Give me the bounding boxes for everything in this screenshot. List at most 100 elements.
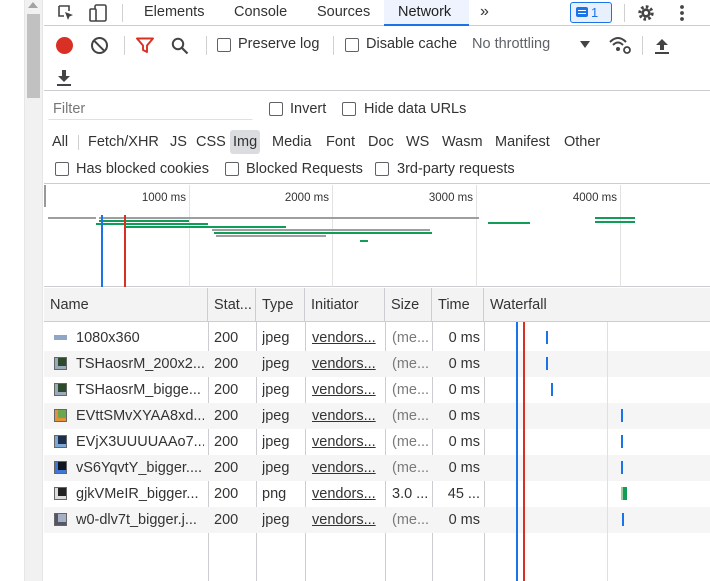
column-header-waterfall[interactable]: Waterfall bbox=[484, 288, 710, 322]
cell-type: jpeg bbox=[262, 512, 290, 528]
overview-range-handle[interactable] bbox=[44, 185, 46, 207]
cell-name[interactable]: gjkVMeIR_bigger... bbox=[76, 481, 204, 507]
message-icon bbox=[576, 7, 588, 17]
type-filter-font[interactable]: Font bbox=[326, 130, 355, 154]
import-har-upload-icon[interactable] bbox=[654, 36, 670, 54]
table-row[interactable]: TSHaosrM_200x2... 200 jpeg vendors... (me...… bbox=[44, 351, 710, 377]
column-header-status[interactable]: Stat... bbox=[208, 288, 256, 322]
cell-name[interactable]: w0-dlv7t_bigger.j... bbox=[76, 507, 204, 533]
column-header-initiator[interactable]: Initiator bbox=[305, 288, 385, 322]
has-blocked-cookies-checkbox[interactable] bbox=[55, 162, 69, 176]
table-row[interactable]: TSHaosrM_bigge... 200 jpeg vendors... (me...… bbox=[44, 377, 710, 403]
table-row[interactable]: w0-dlv7t_bigger.j... 200 jpeg vendors... (me… bbox=[44, 507, 710, 533]
invert-checkbox[interactable] bbox=[269, 102, 283, 116]
issues-badge[interactable]: 1 bbox=[570, 2, 612, 23]
clear-button[interactable] bbox=[91, 37, 108, 54]
table-row[interactable]: EVjX3UUUUAAo7... 200 jpeg vendors... (me... 0… bbox=[44, 429, 710, 455]
waterfall-dom-content-loaded-marker bbox=[516, 322, 518, 581]
tab-elements[interactable]: Elements bbox=[144, 0, 210, 26]
network-overview-timeline[interactable]: 1000 ms 2000 ms 3000 ms 4000 ms bbox=[44, 185, 710, 287]
device-toolbar-icon[interactable] bbox=[88, 3, 108, 23]
cell-initiator[interactable]: vendors... bbox=[312, 455, 382, 481]
column-header-name[interactable]: Name bbox=[44, 288, 208, 322]
cell-time: 0 ms bbox=[448, 512, 480, 528]
overview-gridline bbox=[620, 185, 621, 287]
type-filter-js[interactable]: JS bbox=[170, 130, 187, 154]
image-file-icon bbox=[54, 513, 67, 526]
cell-status: 200 bbox=[214, 330, 239, 346]
toolbar-separator bbox=[206, 36, 207, 55]
settings-gear-icon[interactable] bbox=[636, 3, 656, 23]
type-filter-css[interactable]: CSS bbox=[196, 130, 226, 154]
overview-gridline bbox=[476, 185, 477, 287]
column-header-type[interactable]: Type bbox=[256, 288, 305, 322]
more-tabs-icon[interactable]: » bbox=[480, 0, 496, 26]
table-row[interactable]: 1080x360 200 jpeg vendors... (me... 0 ms bbox=[44, 325, 710, 351]
preserve-log-checkbox[interactable] bbox=[217, 38, 231, 52]
cell-type: jpeg bbox=[262, 408, 290, 424]
inspect-element-icon[interactable] bbox=[56, 3, 76, 23]
cell-initiator[interactable]: vendors... bbox=[312, 481, 382, 507]
overview-tick-label: 2000 ms bbox=[284, 192, 329, 204]
search-icon[interactable] bbox=[171, 37, 189, 55]
cell-name[interactable]: 1080x360 bbox=[76, 325, 204, 351]
type-filter-ws[interactable]: WS bbox=[406, 130, 429, 154]
cell-initiator[interactable]: vendors... bbox=[312, 507, 382, 533]
export-har-download-icon[interactable] bbox=[56, 68, 72, 86]
type-filter-wasm[interactable]: Wasm bbox=[442, 130, 483, 154]
tab-console[interactable]: Console bbox=[234, 0, 294, 26]
type-filter-media[interactable]: Media bbox=[272, 130, 312, 154]
tab-sources[interactable]: Sources bbox=[317, 0, 377, 26]
cell-initiator[interactable]: vendors... bbox=[312, 325, 382, 351]
overview-request-bar bbox=[99, 217, 479, 219]
cell-name[interactable]: EVttSMvXYAA8xd... bbox=[76, 403, 204, 429]
invert-label: Invert bbox=[290, 101, 327, 117]
third-party-requests-checkbox[interactable] bbox=[375, 162, 389, 176]
network-conditions-icon[interactable] bbox=[608, 35, 632, 55]
more-options-icon[interactable] bbox=[672, 3, 692, 23]
toolbar-separator bbox=[333, 36, 334, 55]
scroll-up-arrow-icon[interactable] bbox=[28, 2, 38, 8]
waterfall-bar bbox=[546, 357, 548, 370]
cell-time: 0 ms bbox=[448, 382, 480, 398]
table-row[interactable]: vS6YqvtY_bigger.... 200 jpeg vendors... (me.… bbox=[44, 455, 710, 481]
column-header-size[interactable]: Size bbox=[385, 288, 432, 322]
image-file-icon bbox=[54, 435, 67, 448]
cell-initiator[interactable]: vendors... bbox=[312, 403, 382, 429]
cell-time: 45 ... bbox=[447, 486, 480, 502]
disable-cache-checkbox[interactable] bbox=[345, 38, 359, 52]
cell-initiator[interactable]: vendors... bbox=[312, 377, 382, 403]
type-filter-manifest[interactable]: Manifest bbox=[495, 130, 550, 154]
cell-name[interactable]: EVjX3UUUUAAo7... bbox=[76, 429, 204, 455]
type-separator bbox=[78, 135, 79, 150]
cell-name[interactable]: vS6YqvtY_bigger.... bbox=[76, 455, 204, 481]
tab-network[interactable]: Network bbox=[384, 0, 469, 26]
table-row[interactable]: EVttSMvXYAA8xd... 200 jpeg vendors... (me...… bbox=[44, 403, 710, 429]
cell-size: (me... bbox=[392, 512, 430, 528]
waterfall-load-event-marker bbox=[523, 322, 525, 581]
cell-initiator[interactable]: vendors... bbox=[312, 429, 382, 455]
filter-input[interactable] bbox=[48, 98, 253, 120]
column-header-time[interactable]: Time bbox=[432, 288, 484, 322]
record-button[interactable] bbox=[56, 37, 73, 54]
table-row[interactable]: gjkVMeIR_bigger... 200 png vendors... 3.0 ..… bbox=[44, 481, 710, 507]
type-filter-all[interactable]: All bbox=[52, 130, 68, 154]
scrollbar-thumb[interactable] bbox=[27, 14, 40, 98]
type-filter-doc[interactable]: Doc bbox=[368, 130, 394, 154]
filter-funnel-icon[interactable] bbox=[136, 37, 154, 54]
cell-size: (me... bbox=[392, 330, 430, 346]
blocked-requests-checkbox[interactable] bbox=[225, 162, 239, 176]
type-filter-fetch-xhr[interactable]: Fetch/XHR bbox=[88, 130, 159, 154]
cell-size: (me... bbox=[392, 460, 430, 476]
type-filter-img[interactable]: Img bbox=[230, 130, 261, 154]
waterfall-bar bbox=[623, 487, 627, 500]
cell-initiator[interactable]: vendors... bbox=[312, 351, 382, 377]
overview-tick-label: 4000 ms bbox=[572, 192, 617, 204]
cell-status: 200 bbox=[214, 356, 239, 372]
cell-name[interactable]: TSHaosrM_bigge... bbox=[76, 377, 204, 403]
cell-name[interactable]: TSHaosrM_200x2... bbox=[76, 351, 204, 377]
throttling-select[interactable]: No throttling bbox=[472, 36, 550, 52]
type-filter-other[interactable]: Other bbox=[564, 130, 600, 154]
hide-data-urls-checkbox[interactable] bbox=[342, 102, 356, 116]
dropdown-arrow-icon[interactable] bbox=[580, 41, 590, 49]
